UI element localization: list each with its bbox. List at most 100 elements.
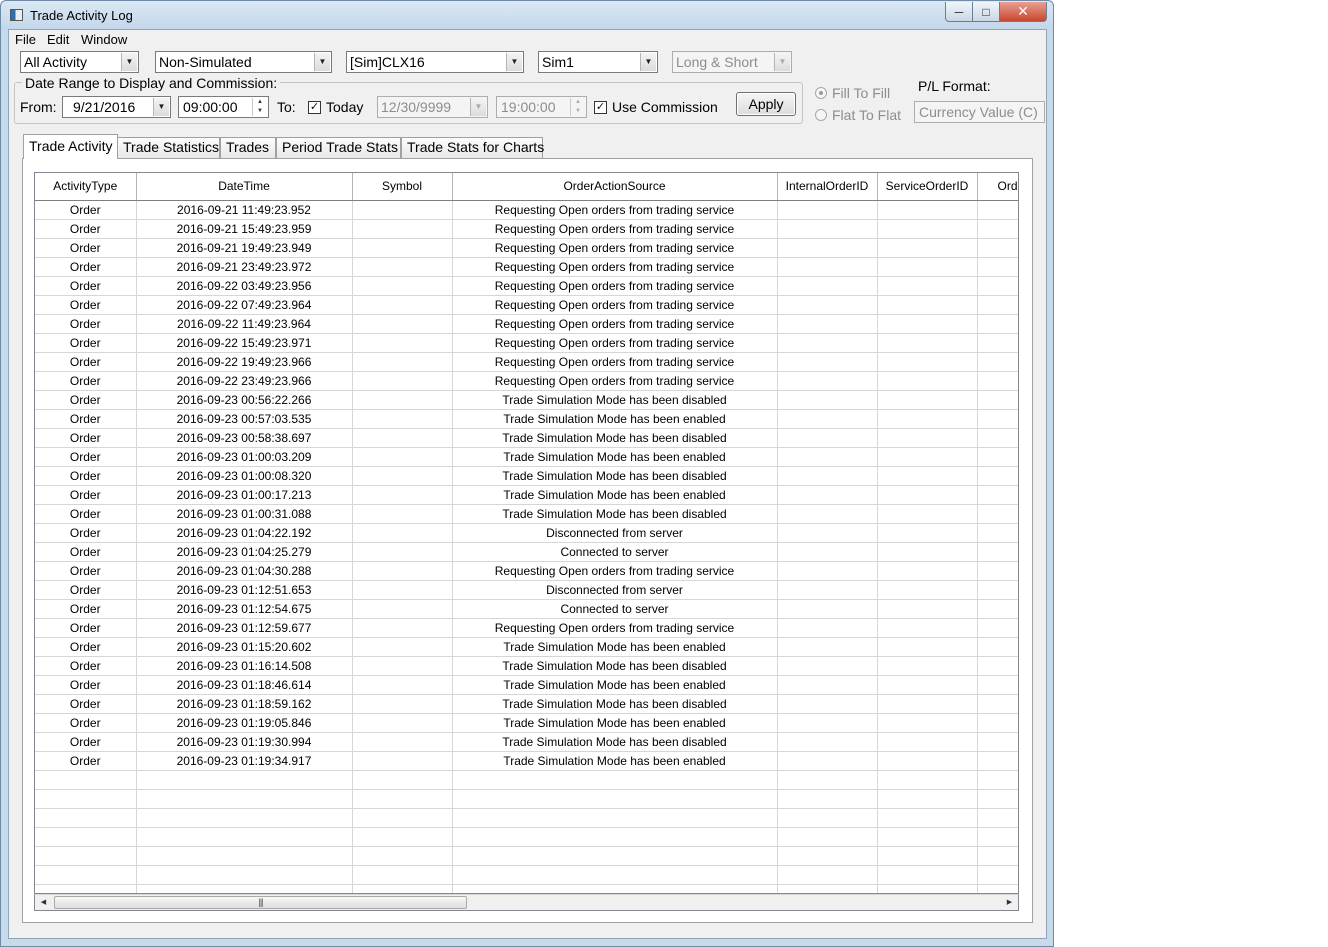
account-select[interactable]: Sim1 ▼ — [538, 51, 658, 73]
table-cell: 2016-09-23 01:19:34.917 — [135, 751, 353, 771]
scroll-left-icon[interactable]: ◀ — [35, 895, 52, 910]
table-cell: Order — [35, 618, 137, 638]
table-row[interactable]: Order 2016-09-23 01:12:54.675 Connected to… — [35, 599, 1018, 619]
table-cell: Trade Simulation Mode has been disabled — [451, 466, 778, 486]
today-label: Today — [326, 99, 364, 115]
table-cell — [876, 694, 978, 714]
tab-trade-stats-for-charts[interactable]: Trade Stats for Charts — [401, 137, 544, 158]
table-cell — [876, 637, 978, 657]
column-header[interactable]: InternalOrderID — [776, 173, 878, 201]
table-row[interactable]: Order 2016-09-23 01:00:08.320 Trade Simula… — [35, 466, 1018, 486]
table-row[interactable]: Order 2016-09-23 01:00:31.088 Trade Simula… — [35, 504, 1018, 524]
table-cell: 2016-09-23 01:12:51.653 — [135, 580, 353, 600]
table-row[interactable]: Order 2016-09-22 19:49:23.966 Requesting O… — [35, 352, 1018, 372]
menu-file[interactable]: File — [15, 31, 36, 49]
table-row[interactable]: Order 2016-09-23 00:56:22.266 Trade Simula… — [35, 390, 1018, 410]
table-row[interactable]: Order 2016-09-23 01:00:17.213 Trade Simula… — [35, 485, 1018, 505]
table-row[interactable]: Order 2016-09-23 01:04:25.279 Connected to… — [35, 542, 1018, 562]
table-cell: 2016-09-23 01:00:31.088 — [135, 504, 353, 524]
from-date-picker[interactable]: 9/21/2016 ▼ — [62, 96, 171, 118]
table-row[interactable]: Order 2016-09-23 01:19:34.917 Trade Simula… — [35, 751, 1018, 771]
column-header[interactable]: DateTime — [135, 173, 353, 201]
table-cell — [351, 808, 453, 828]
table-cell: Trade Simulation Mode has been enabled — [451, 675, 778, 695]
scroll-right-icon[interactable]: ▶ — [1001, 895, 1018, 910]
to-time-input: 19:00:00 ▲ ▼ — [496, 96, 587, 118]
symbol-select[interactable]: [Sim]CLX16 ▼ — [346, 51, 524, 73]
use-commission-checkbox[interactable]: ✓ — [594, 101, 607, 114]
maximize-button[interactable]: □ — [972, 2, 1000, 22]
table-row[interactable]: Order 2016-09-23 01:00:03.209 Trade Simula… — [35, 447, 1018, 467]
table-cell: Requesting Open orders from trading serv… — [451, 219, 778, 239]
tab-trade-activity[interactable]: Trade Activity — [23, 134, 118, 159]
table-cell — [451, 884, 778, 893]
table-cell: Order — [35, 333, 137, 353]
table-row[interactable]: Order 2016-09-21 23:49:23.972 Requesting O… — [35, 257, 1018, 277]
table-row[interactable]: Order 2016-09-23 01:18:59.162 Trade Simula… — [35, 694, 1018, 714]
today-checkbox[interactable]: ✓ — [308, 101, 321, 114]
tab-trade-statistics[interactable]: Trade Statistics — [117, 137, 220, 158]
activity-grid[interactable]: ActivityType DateTime Symbol OrderActionSou… — [34, 172, 1019, 894]
column-header[interactable]: Symbol — [351, 173, 453, 201]
table-row[interactable]: Order 2016-09-23 01:04:22.192 Disconnected… — [35, 523, 1018, 543]
table-cell — [351, 314, 453, 334]
from-time-input[interactable]: 09:00:00 ▲ ▼ — [178, 96, 269, 118]
table-cell — [876, 371, 978, 391]
table-row[interactable]: Order 2016-09-22 23:49:23.966 Requesting O… — [35, 371, 1018, 391]
scrollbar-thumb[interactable]: ||| — [54, 896, 467, 909]
table-cell: Trade Simulation Mode has been enabled — [451, 713, 778, 733]
column-header[interactable]: OrderType — [976, 173, 1018, 201]
apply-button[interactable]: Apply — [736, 92, 796, 116]
tab-period-trade-stats[interactable]: Period Trade Stats — [276, 137, 401, 158]
table-row[interactable]: Order 2016-09-21 19:49:23.949 Requesting O… — [35, 238, 1018, 258]
simulation-filter-select[interactable]: Non-Simulated ▼ — [155, 51, 332, 73]
menu-edit[interactable]: Edit — [47, 31, 69, 49]
table-row[interactable]: Order 2016-09-23 01:12:51.653 Disconnected… — [35, 580, 1018, 600]
table-cell — [976, 751, 1018, 771]
table-row[interactable]: Order 2016-09-22 07:49:23.964 Requesting O… — [35, 295, 1018, 315]
table-cell: Order — [35, 751, 137, 771]
tab-trades[interactable]: Trades — [220, 137, 276, 158]
title-bar[interactable]: Trade Activity Log ─ □ ✕ — [1, 1, 1053, 29]
minimize-button[interactable]: ─ — [945, 2, 973, 22]
date-range-legend: Date Range to Display and Commission: — [22, 75, 281, 91]
table-row[interactable]: Order 2016-09-23 01:15:20.602 Trade Simula… — [35, 637, 1018, 657]
close-button[interactable]: ✕ — [999, 2, 1047, 22]
table-row[interactable]: Order 2016-09-23 01:19:30.994 Trade Simula… — [35, 732, 1018, 752]
table-row[interactable]: Order 2016-09-23 00:57:03.535 Trade Simula… — [35, 409, 1018, 429]
table-cell: Order — [35, 656, 137, 676]
table-row[interactable]: Order 2016-09-22 15:49:23.971 Requesting O… — [35, 333, 1018, 353]
activity-filter-select[interactable]: All Activity ▼ — [20, 51, 139, 73]
table-cell — [135, 865, 353, 885]
table-row[interactable]: Order 2016-09-21 11:49:23.952 Requesting O… — [35, 200, 1018, 220]
table-cell — [351, 827, 453, 847]
table-cell: Order — [35, 504, 137, 524]
activity-filter-value: All Activity — [24, 54, 88, 70]
table-row[interactable]: Order 2016-09-23 00:58:38.697 Trade Simula… — [35, 428, 1018, 448]
table-row[interactable]: Order 2016-09-23 01:18:46.614 Trade Simula… — [35, 675, 1018, 695]
table-cell: Requesting Open orders from trading serv… — [451, 238, 778, 258]
table-cell — [776, 466, 878, 486]
table-row[interactable]: Order 2016-09-23 01:04:30.288 Requesting O… — [35, 561, 1018, 581]
table-cell — [876, 504, 978, 524]
table-row[interactable]: Order 2016-09-22 11:49:23.964 Requesting O… — [35, 314, 1018, 334]
table-row[interactable]: Order 2016-09-23 01:12:59.677 Requesting O… — [35, 618, 1018, 638]
table-cell — [976, 808, 1018, 828]
table-cell — [776, 618, 878, 638]
table-row[interactable]: Order 2016-09-23 01:19:05.846 Trade Simula… — [35, 713, 1018, 733]
column-header[interactable]: OrderActionSource — [451, 173, 778, 201]
table-cell — [776, 865, 878, 885]
column-header[interactable]: ActivityType — [35, 173, 137, 201]
from-label: From: — [20, 99, 57, 115]
table-cell: Trade Simulation Mode has been disabled — [451, 694, 778, 714]
spinner-icon[interactable]: ▲ ▼ — [252, 98, 267, 116]
table-row[interactable]: Order 2016-09-21 15:49:23.959 Requesting O… — [35, 219, 1018, 239]
table-cell — [876, 352, 978, 372]
menu-window[interactable]: Window — [81, 31, 127, 49]
table-cell — [351, 409, 453, 429]
table-row[interactable]: Order 2016-09-22 03:49:23.956 Requesting O… — [35, 276, 1018, 296]
table-row[interactable]: Order 2016-09-23 01:16:14.508 Trade Simula… — [35, 656, 1018, 676]
horizontal-scrollbar[interactable]: ◀ ||| ▶ — [34, 894, 1019, 911]
side-select: Long & Short ▼ — [672, 51, 792, 73]
column-header[interactable]: ServiceOrderID — [876, 173, 978, 201]
